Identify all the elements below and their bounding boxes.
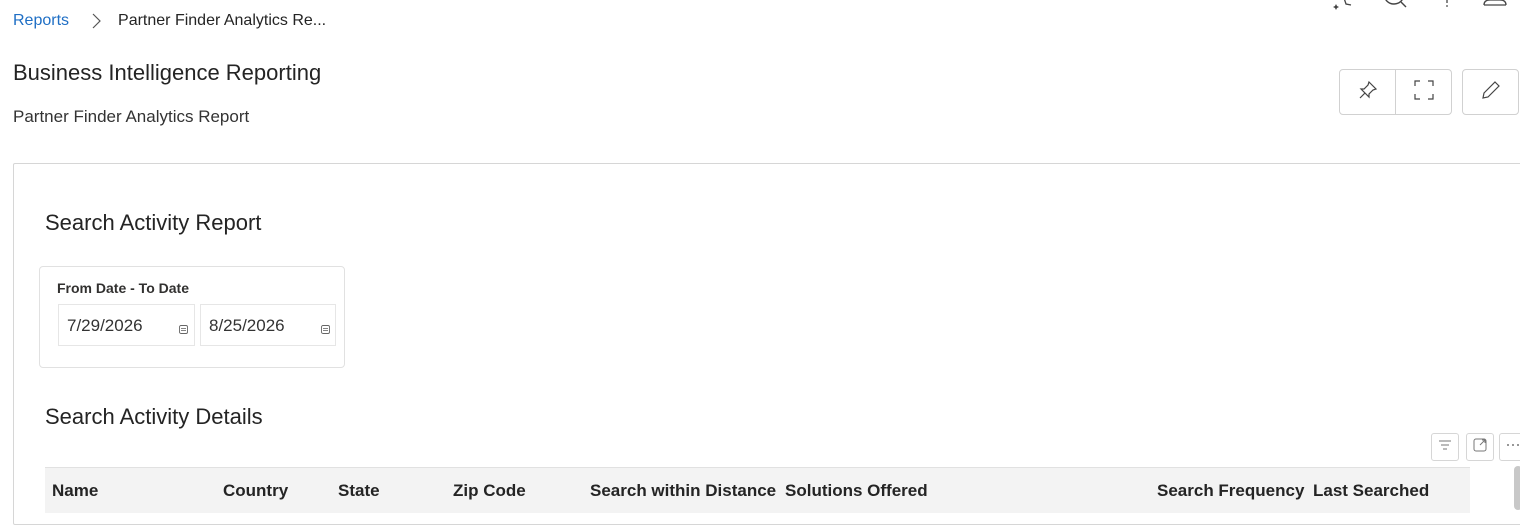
section-title: Search Activity Report [45, 210, 262, 235]
breadcrumb-current: Partner Finder Analytics Re... [118, 12, 327, 29]
column-header-last-searched[interactable]: Last Searched [1313, 481, 1429, 501]
to-date-input[interactable]: 8/25/2026 [200, 304, 336, 346]
popout-icon [1473, 438, 1487, 457]
expand-icon [1413, 79, 1435, 106]
chevron-right-icon [87, 12, 105, 30]
details-title: Search Activity Details [45, 404, 263, 429]
column-header-country[interactable]: Country [223, 481, 288, 501]
breadcrumb-reports-link[interactable]: Reports [13, 12, 69, 30]
view-actions-group [1339, 69, 1452, 115]
popout-button[interactable] [1466, 433, 1494, 461]
filter-button[interactable] [1431, 433, 1459, 461]
column-header-solutions-offered[interactable]: Solutions Offered [785, 481, 928, 501]
to-date-value: 8/25/2026 [209, 316, 285, 335]
page-title: Business Intelligence Reporting [13, 60, 322, 85]
fullscreen-button[interactable] [1395, 70, 1451, 114]
column-header-state[interactable]: State [338, 481, 380, 501]
from-date-value: 7/29/2026 [67, 316, 143, 335]
breadcrumb: Reports Partner Finder Analytics Re... [13, 9, 326, 33]
column-header-search-frequency[interactable]: Search Frequency [1157, 481, 1304, 501]
page-subtitle: Partner Finder Analytics Report [13, 107, 250, 126]
column-header-name[interactable]: Name [52, 481, 98, 501]
calendar-icon[interactable] [321, 321, 330, 334]
edit-button[interactable] [1463, 70, 1518, 114]
vertical-scrollbar[interactable] [1514, 466, 1520, 510]
more-icon [1506, 438, 1520, 457]
pin-button[interactable] [1340, 70, 1395, 114]
column-header-zip-code[interactable]: Zip Code [453, 481, 526, 501]
pencil-icon [1480, 79, 1502, 106]
from-date-input[interactable]: 7/29/2026 [58, 304, 195, 346]
help-icon[interactable] [1436, 0, 1462, 16]
more-button[interactable] [1499, 433, 1520, 461]
pin-icon [1357, 79, 1379, 106]
calendar-icon[interactable] [179, 321, 188, 334]
date-range-label: From Date - To Date [57, 280, 189, 296]
column-header-search-distance[interactable]: Search within Distance [590, 481, 776, 501]
edit-actions-group [1462, 69, 1519, 115]
search-icon[interactable] [1382, 0, 1408, 16]
filter-icon [1438, 438, 1452, 457]
account-icon[interactable] [1482, 0, 1508, 16]
sparkle-icon[interactable] [1330, 0, 1356, 16]
